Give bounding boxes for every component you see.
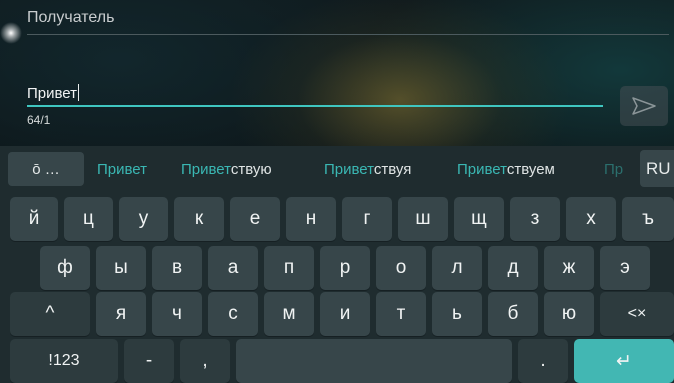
key-в[interactable]: в xyxy=(152,246,202,290)
suggestion-item[interactable]: Пр xyxy=(604,161,624,178)
key-н[interactable]: н xyxy=(286,197,336,241)
key-у[interactable]: у xyxy=(119,197,168,241)
text-caret xyxy=(78,84,80,101)
send-button[interactable] xyxy=(620,86,668,126)
key-ж[interactable]: ж xyxy=(544,246,594,290)
key-period[interactable]: . xyxy=(518,339,568,383)
keyboard-tools-button[interactable]: ō … xyxy=(8,152,84,186)
key-ъ[interactable]: ъ xyxy=(622,197,674,241)
symbols-key[interactable]: !123 xyxy=(10,339,118,383)
suggestion-rest: ствуя xyxy=(373,161,412,178)
key-й[interactable]: й xyxy=(10,197,58,241)
key-х[interactable]: х xyxy=(566,197,616,241)
space-key[interactable] xyxy=(236,339,512,383)
key-б[interactable]: б xyxy=(488,292,538,336)
recipient-field[interactable]: Получатель xyxy=(27,8,114,28)
key-ю[interactable]: ю xyxy=(544,292,594,336)
key-з[interactable]: з xyxy=(510,197,560,241)
suggestion-item[interactable]: Приветствую xyxy=(181,161,272,178)
key-э[interactable]: э xyxy=(600,246,650,290)
suggestion-item[interactable]: Приветствуя xyxy=(324,161,411,178)
key-ш[interactable]: ш xyxy=(398,197,448,241)
compose-area: Получатель Привет 64/1 xyxy=(0,0,674,146)
enter-key[interactable]: ↵ xyxy=(574,339,674,383)
key-т[interactable]: т xyxy=(376,292,426,336)
suggestion-match: Пр xyxy=(604,161,624,178)
shift-key[interactable]: ^ xyxy=(10,292,90,336)
send-icon xyxy=(632,97,656,115)
suggestion-match: Привет xyxy=(181,161,231,178)
key-к[interactable]: к xyxy=(174,197,224,241)
key-ы[interactable]: ы xyxy=(96,246,146,290)
key-и[interactable]: и xyxy=(320,292,370,336)
key-ц[interactable]: ц xyxy=(64,197,113,241)
light-glint xyxy=(0,22,22,44)
key-р[interactable]: р xyxy=(320,246,370,290)
key-е[interactable]: е xyxy=(230,197,280,241)
suggestion-match: Привет xyxy=(457,161,507,178)
key-ч[interactable]: ч xyxy=(152,292,202,336)
key-dash[interactable]: - xyxy=(124,339,174,383)
key-о[interactable]: о xyxy=(376,246,426,290)
key-ф[interactable]: ф xyxy=(40,246,90,290)
key-д[interactable]: д xyxy=(488,246,538,290)
key-ь[interactable]: ь xyxy=(432,292,482,336)
backspace-key[interactable]: <× xyxy=(600,292,674,336)
key-п[interactable]: п xyxy=(264,246,314,290)
suggestion-rest: ствую xyxy=(230,161,272,178)
key-щ[interactable]: щ xyxy=(454,197,504,241)
key-л[interactable]: л xyxy=(432,246,482,290)
key-г[interactable]: г xyxy=(342,197,392,241)
key-а[interactable]: а xyxy=(208,246,258,290)
suggestion-bar: ō … Привет Приветствую Приветствуя Приве… xyxy=(0,146,674,192)
recipient-underline xyxy=(27,34,669,35)
on-screen-keyboard: ō … Привет Приветствую Приветствуя Приве… xyxy=(0,146,674,383)
suggestion-rest: ствуем xyxy=(506,161,555,178)
key-с[interactable]: с xyxy=(208,292,258,336)
message-input[interactable]: Привет xyxy=(27,84,80,103)
language-switch-button[interactable]: RU xyxy=(640,150,674,187)
character-counter: 64/1 xyxy=(27,113,51,127)
message-value: Привет xyxy=(27,85,78,102)
key-comma[interactable]: , xyxy=(180,339,230,383)
suggestion-match: Привет xyxy=(97,161,148,178)
key-я[interactable]: я xyxy=(96,292,146,336)
suggestion-item[interactable]: Привет xyxy=(97,161,147,178)
suggestion-match: Привет xyxy=(324,161,374,178)
key-м[interactable]: м xyxy=(264,292,314,336)
message-underline xyxy=(27,105,603,107)
suggestion-item[interactable]: Приветствуем xyxy=(457,161,555,178)
